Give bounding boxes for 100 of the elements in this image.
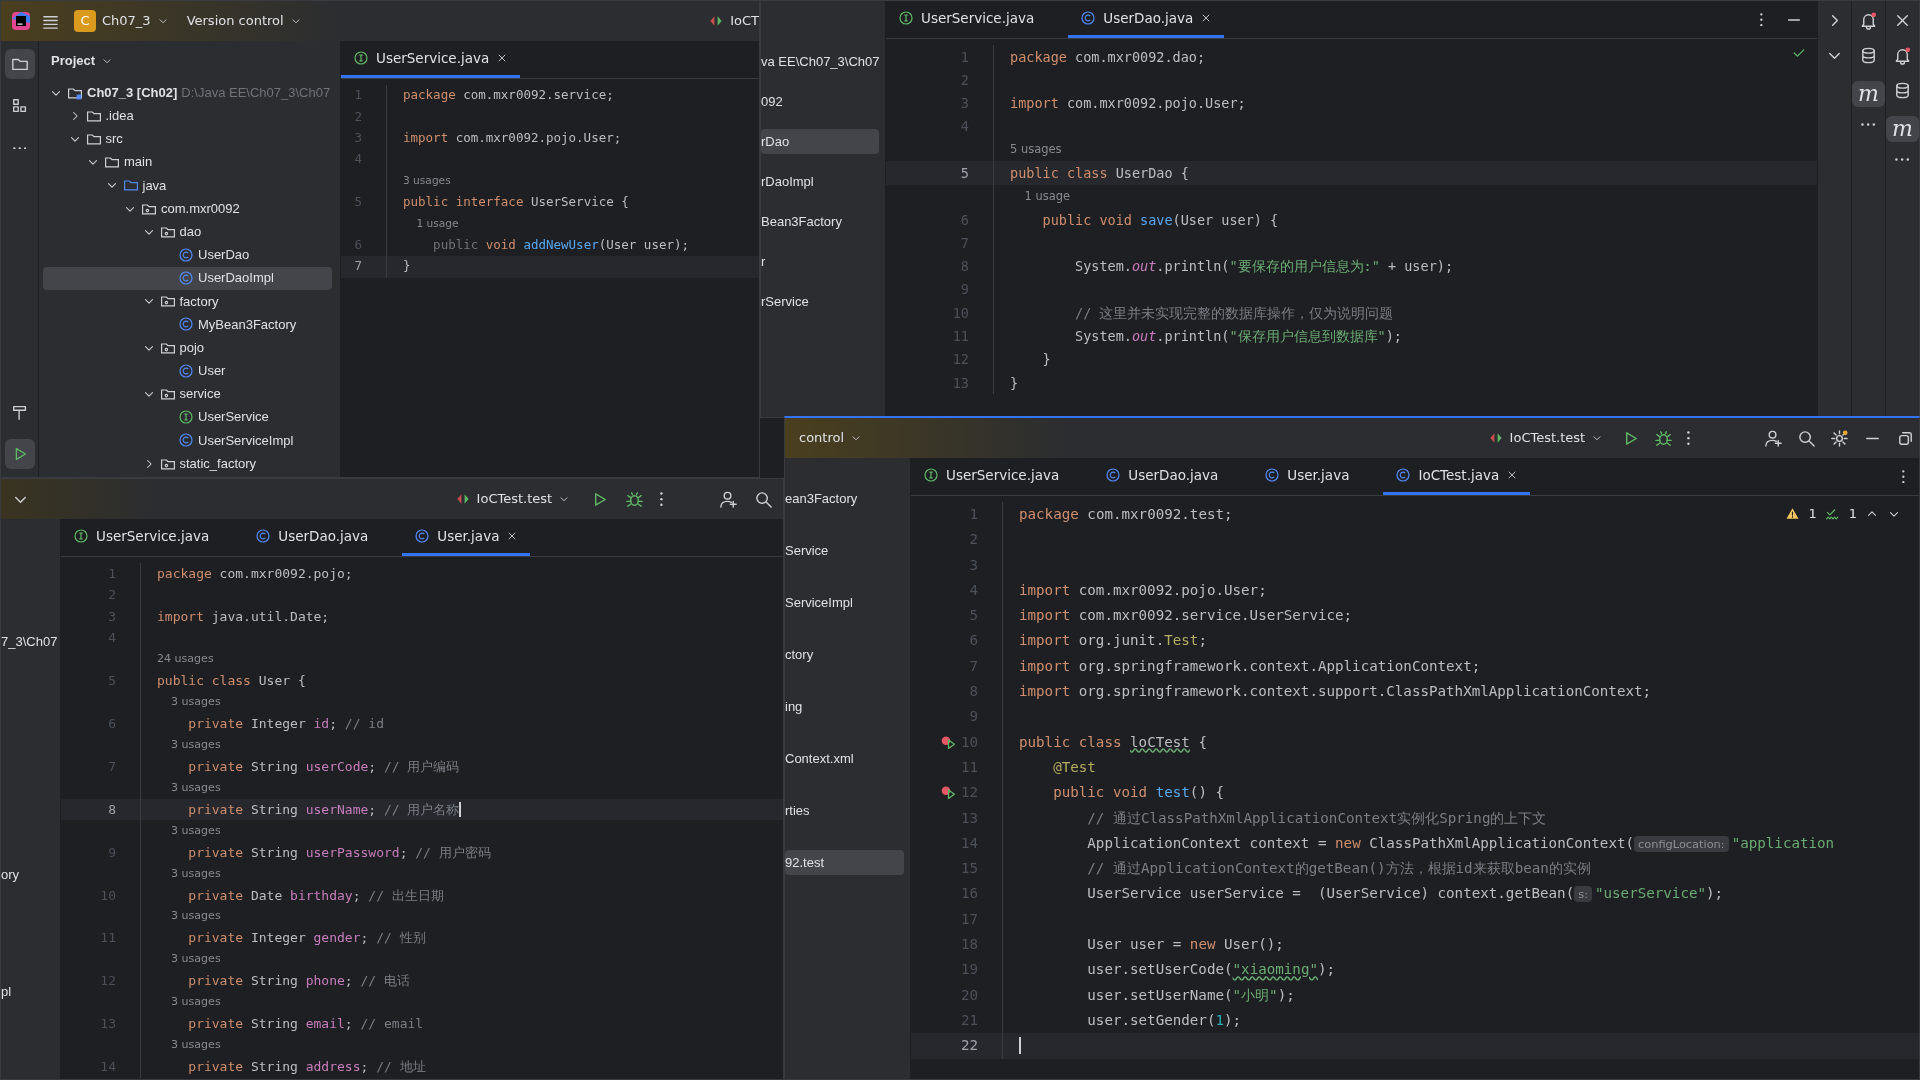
usage-hint[interactable]: 3 usages — [157, 865, 221, 883]
more-icon[interactable] — [1902, 469, 1905, 484]
editor-tab[interactable]: UserService.java — [911, 458, 1072, 495]
tree-item-label: service — [179, 385, 221, 404]
editor-tab[interactable]: User.java — [1252, 458, 1362, 495]
usage-hint[interactable]: 5 usages — [1010, 141, 1062, 159]
tree-item[interactable]: User — [43, 359, 332, 383]
usage-hint[interactable]: 1 usage — [403, 216, 459, 232]
warning-count[interactable]: 1 — [1808, 504, 1817, 524]
tree-item[interactable]: com.mxr0092 — [43, 196, 332, 221]
tree-item[interactable]: UserServiceImpl — [43, 428, 332, 452]
editor-tab[interactable]: UserService.java — [341, 41, 521, 78]
tree-item[interactable]: .idea — [43, 104, 332, 128]
tree-item[interactable]: factory — [43, 289, 332, 313]
line-number: 7 — [354, 257, 362, 276]
tree-item[interactable]: ean3Factory — [785, 486, 904, 511]
tree-item[interactable]: rties — [785, 798, 904, 823]
more-icon[interactable] — [1687, 430, 1690, 446]
code-line: public class loCTest { — [1019, 732, 1207, 752]
settings-icon[interactable] — [1830, 428, 1849, 448]
search-icon[interactable] — [1797, 428, 1816, 448]
tree-item[interactable]: pl — [1, 979, 54, 1004]
usage-hint[interactable]: 1 usage — [1010, 187, 1071, 206]
database-icon[interactable] — [1893, 81, 1912, 100]
tree-item[interactable]: main — [43, 150, 332, 174]
code-line: import com.mxr0092.pojo.User; — [1010, 94, 1246, 114]
more-icon[interactable] — [1760, 12, 1763, 27]
tree-item[interactable]: UserService — [43, 405, 332, 429]
usage-hint[interactable]: 3 usages — [157, 994, 221, 1011]
tool-window-button[interactable] — [4, 49, 35, 79]
tool-window-button[interactable] — [4, 439, 35, 469]
editor-tab[interactable]: UserService.java — [886, 1, 1047, 38]
tree-item[interactable]: static_factory — [43, 452, 332, 476]
tree-item[interactable]: rDaoImpl — [761, 169, 879, 194]
editor-tab[interactable]: IoCTest.java — [1383, 458, 1531, 495]
tree-item[interactable]: ing — [785, 694, 904, 719]
code-line: private Integer id; // id — [187, 715, 384, 734]
tree-item[interactable]: pojo — [43, 336, 332, 360]
tree-item[interactable]: Service — [785, 538, 904, 563]
tree-item[interactable]: 92.test — [785, 850, 904, 875]
editor-tab[interactable]: UserDao.java — [1068, 1, 1225, 38]
usage-hint[interactable]: 3 usages — [157, 779, 221, 797]
tree-item[interactable]: ory — [1, 862, 54, 887]
more-icon[interactable] — [1861, 123, 1876, 127]
bug-icon[interactable] — [1654, 428, 1674, 448]
panel-title[interactable]: Project — [51, 51, 96, 71]
tree-item[interactable]: java — [43, 173, 332, 197]
tree-item[interactable]: src — [43, 127, 332, 151]
bell-icon[interactable] — [1859, 11, 1878, 30]
bug-icon[interactable] — [625, 489, 645, 509]
toolbar-dropdown[interactable]: control — [795, 426, 867, 450]
code-line: // 通过ClassPathXmlApplicationContext实例化Spring的上下文 — [1086, 808, 1547, 828]
tree-item[interactable]: va EE\Ch07_3\Ch07 — [761, 49, 879, 74]
code-line: package com.mxr0092.test; — [1019, 505, 1233, 524]
run-config-dropdown[interactable]: IoCTest.test — [450, 487, 575, 511]
add-user-icon[interactable] — [1764, 428, 1783, 448]
project-dropdown[interactable]: C Ch07_3 — [70, 8, 173, 34]
usage-hint[interactable]: 3 usages — [157, 694, 221, 711]
tree-item[interactable]: MyBean3Factory — [43, 312, 332, 337]
tree-item[interactable]: dao — [43, 220, 332, 244]
usage-hint[interactable]: 3 usages — [157, 822, 221, 840]
usage-hint[interactable]: 3 usages — [157, 908, 221, 925]
tree-item[interactable]: service — [43, 382, 332, 406]
usage-hint[interactable]: 24 usages — [157, 651, 214, 668]
logo-icon[interactable] — [11, 11, 31, 31]
usage-hint[interactable]: 3 usages — [157, 951, 221, 968]
tree-item[interactable]: Ch07_3 [Ch02] D:\Java EE\Ch07_3\Ch07 — [43, 81, 332, 105]
tree-item[interactable]: rDao — [761, 129, 879, 154]
editor-tab[interactable]: UserDao.java — [243, 519, 381, 556]
bell-icon[interactable] — [1893, 46, 1912, 65]
tree-item[interactable]: 092 — [761, 89, 879, 114]
code-line: } — [403, 257, 411, 276]
tree-item[interactable]: r — [761, 249, 879, 274]
tree-item[interactable]: UserDao — [43, 243, 332, 267]
tree-item[interactable]: UserDaoImpl — [43, 266, 332, 290]
search-icon[interactable] — [754, 489, 773, 509]
usage-hint[interactable]: 3 usages — [157, 736, 221, 754]
class-icon — [414, 528, 431, 544]
run-config-dropdown[interactable]: IoCTest.test — [1483, 426, 1608, 450]
tree-item[interactable]: Context.xml — [785, 746, 904, 771]
editor-tab[interactable]: UserService.java — [61, 519, 222, 556]
run-config-dropdown[interactable]: IoCT — [704, 9, 759, 33]
warning-icon[interactable] — [1785, 506, 1801, 522]
tree-item[interactable]: rService — [761, 289, 879, 314]
tree-item[interactable]: ServiceImpl — [785, 590, 904, 615]
usage-hint[interactable]: 3 usages — [403, 173, 451, 190]
typo-count[interactable]: 1 — [1848, 504, 1857, 524]
more-icon[interactable] — [660, 491, 663, 507]
editor-tab[interactable]: User.java — [402, 519, 531, 556]
toolbar-dropdown[interactable]: Version control — [182, 9, 306, 33]
tree-item[interactable]: ctory — [785, 642, 904, 667]
more-icon[interactable] — [1895, 158, 1910, 162]
usage-hint[interactable]: 3 usages — [157, 1037, 221, 1054]
tree-item[interactable]: Bean3Factory — [761, 209, 879, 234]
database-icon[interactable] — [1859, 46, 1878, 65]
run-marker-icon[interactable] — [939, 784, 957, 802]
tool-window-button[interactable]: m — [1886, 116, 1919, 143]
editor-tab[interactable]: UserDao.java — [1093, 458, 1231, 495]
add-user-icon[interactable] — [719, 489, 738, 509]
tool-window-button[interactable]: m — [1852, 81, 1885, 108]
